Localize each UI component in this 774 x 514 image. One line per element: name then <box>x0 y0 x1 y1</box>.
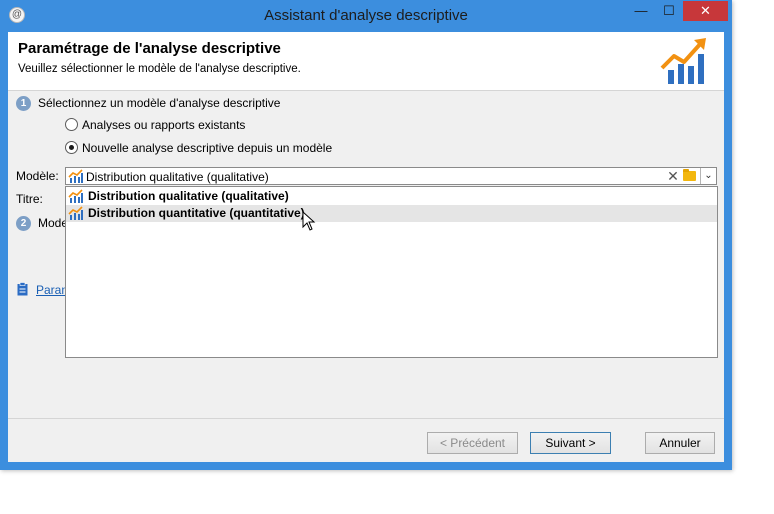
folder-icon[interactable] <box>683 169 696 181</box>
chevron-down-icon[interactable]: ⌄ <box>700 168 716 184</box>
step-1-badge: 1 <box>16 96 31 111</box>
wizard-body: Paramétrage de l'analyse descriptive Veu… <box>8 32 724 462</box>
radio-existing-analyses[interactable]: Analyses ou rapports existants <box>65 118 245 132</box>
radio-button[interactable] <box>65 141 78 154</box>
radio-button[interactable] <box>65 118 78 131</box>
radio-label: Analyses ou rapports existants <box>82 118 246 132</box>
list-item-label: Distribution quantitative (quantitative) <box>88 206 305 220</box>
title-label: Titre: <box>16 192 43 206</box>
title-bar: @ Assistant d'analyse descriptive — ☐ ✕ <box>0 0 732 32</box>
maximize-button[interactable]: ☐ <box>656 1 682 21</box>
model-combobox[interactable]: Distribution qualitative (qualitative) ✕… <box>65 167 717 185</box>
model-combobox-value: Distribution qualitative (qualitative) <box>86 170 269 184</box>
clear-icon[interactable]: ✕ <box>666 168 680 184</box>
previous-button[interactable]: < Précédent <box>427 432 518 454</box>
step-1-label: Sélectionnez un modèle d'analyse descrip… <box>38 96 281 110</box>
window-title: Assistant d'analyse descriptive <box>264 7 468 24</box>
radio-label: Nouvelle analyse descriptive depuis un m… <box>82 141 333 155</box>
chart-icon <box>68 206 83 220</box>
model-label: Modèle: <box>16 169 59 183</box>
close-button[interactable]: ✕ <box>683 1 728 21</box>
model-dropdown-list: Distribution qualitative (qualitative) D… <box>65 186 718 358</box>
mouse-cursor-icon <box>302 211 316 231</box>
radio-new-from-template[interactable]: Nouvelle analyse descriptive depuis un m… <box>65 141 332 155</box>
wizard-window: @ Assistant d'analyse descriptive — ☐ ✕ … <box>0 0 732 470</box>
step-2-badge: 2 <box>16 216 31 231</box>
chart-icon <box>68 189 83 203</box>
list-item-label: Distribution qualitative (qualitative) <box>88 189 289 203</box>
clipboard-icon <box>17 282 28 296</box>
footer-divider <box>8 418 724 419</box>
step-2-label: Mode <box>38 216 69 230</box>
minimize-button[interactable]: — <box>628 1 654 21</box>
list-item[interactable]: Distribution qualitative (qualitative) <box>66 188 717 205</box>
page-subtitle: Veuillez sélectionner le modèle de l'ana… <box>18 63 301 75</box>
next-button[interactable]: Suivant > <box>530 432 611 454</box>
list-item[interactable]: Distribution quantitative (quantitative) <box>66 205 717 222</box>
chart-icon <box>68 169 83 183</box>
page-title: Paramétrage de l'analyse descriptive <box>18 40 281 57</box>
chart-growth-icon <box>660 38 706 84</box>
cancel-button[interactable]: Annuler <box>645 432 715 454</box>
wizard-header: Paramétrage de l'analyse descriptive Veu… <box>8 32 724 91</box>
